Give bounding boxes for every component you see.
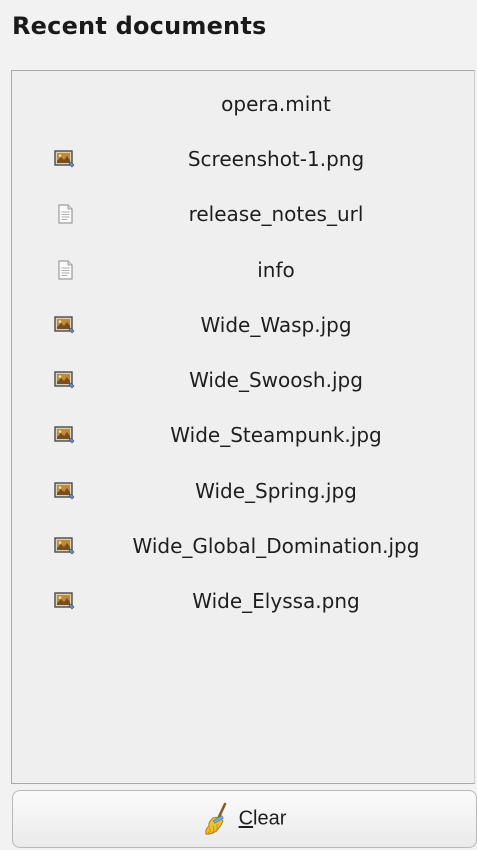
document-name: Wide_Global_Domination.jpg bbox=[132, 534, 420, 559]
document-name: Screenshot-1.png bbox=[187, 146, 365, 171]
document-item[interactable]: Wide_Swoosh.jpg bbox=[12, 352, 474, 407]
image-file-icon bbox=[54, 425, 76, 445]
document-name: opera.mint bbox=[221, 91, 331, 116]
document-name: Wide_Steampunk.jpg bbox=[170, 423, 382, 448]
image-file-icon bbox=[54, 370, 76, 390]
document-item[interactable]: opera.mint bbox=[12, 76, 474, 131]
image-file-icon bbox=[54, 536, 76, 556]
document-name: Wide_Swoosh.jpg bbox=[189, 368, 363, 393]
image-file-icon bbox=[54, 149, 76, 169]
text-file-icon bbox=[54, 204, 76, 224]
panel-title: Recent documents bbox=[12, 12, 267, 40]
clear-button-label: Clear bbox=[238, 807, 287, 830]
image-file-icon bbox=[54, 591, 76, 611]
text-file-icon bbox=[54, 260, 76, 280]
image-file-icon bbox=[54, 315, 76, 335]
document-item[interactable]: Wide_Spring.jpg bbox=[12, 463, 474, 518]
document-item[interactable]: Wide_Steampunk.jpg bbox=[12, 408, 474, 463]
recent-documents-panel: Recent documents opera.mint Screenshot-1.… bbox=[0, 0, 477, 850]
document-name: Wide_Elyssa.png bbox=[192, 589, 360, 614]
document-item[interactable]: Wide_Wasp.jpg bbox=[12, 297, 474, 352]
blank-icon bbox=[54, 94, 76, 114]
document-name: info bbox=[257, 257, 295, 282]
clear-button-content: Clear bbox=[13, 802, 476, 836]
broom-icon bbox=[204, 802, 226, 835]
document-item[interactable]: Wide_Global_Domination.jpg bbox=[12, 518, 474, 573]
document-name: Wide_Spring.jpg bbox=[195, 478, 357, 503]
image-file-icon bbox=[54, 481, 76, 501]
document-item[interactable]: release_notes_url bbox=[12, 187, 474, 242]
document-item[interactable]: Screenshot-1.png bbox=[12, 131, 474, 186]
document-item[interactable]: Wide_Elyssa.png bbox=[12, 574, 474, 629]
document-name: release_notes_url bbox=[188, 202, 364, 227]
clear-button[interactable]: Clear bbox=[12, 790, 477, 848]
recent-documents-list[interactable]: opera.mint Screenshot-1.png release_notes_… bbox=[11, 70, 475, 784]
document-item[interactable]: info bbox=[12, 242, 474, 297]
document-name: Wide_Wasp.jpg bbox=[200, 312, 352, 337]
document-list: opera.mint Screenshot-1.png release_notes_… bbox=[12, 76, 474, 629]
